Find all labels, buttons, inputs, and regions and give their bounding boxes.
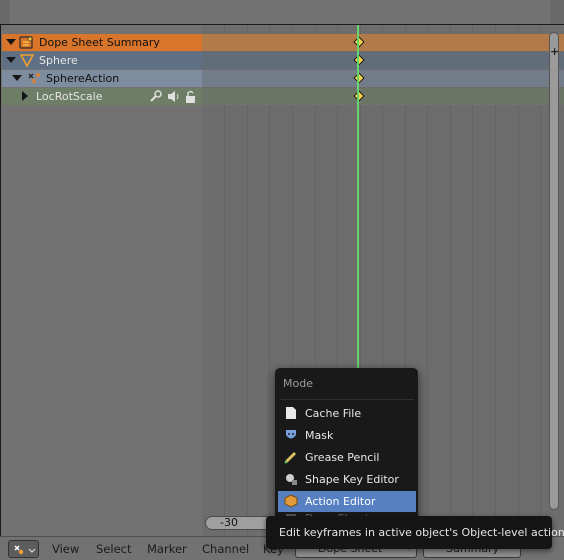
- menu-item-label: Shape Key Editor: [305, 473, 399, 486]
- menu-item-label: Mask: [305, 429, 334, 442]
- menu-channel[interactable]: Channel: [202, 541, 249, 557]
- shape-key-icon: [284, 472, 298, 486]
- channel-row-summary[interactable]: Dope Sheet Summary: [2, 34, 202, 51]
- frame-start-value: -30: [220, 516, 238, 529]
- channel-label: Sphere: [39, 54, 78, 67]
- menu-item-label: Grease Pencil: [305, 451, 380, 464]
- menu-item-label: Cache File: [305, 407, 362, 420]
- collapse-arrow-icon[interactable]: [6, 57, 16, 63]
- collapse-arrow-icon[interactable]: [12, 75, 22, 81]
- expand-arrow-icon[interactable]: [22, 91, 28, 101]
- menu-item-cache-file[interactable]: Cache File: [278, 403, 416, 424]
- channel-list: Dope Sheet Summary Sphere SphereAction L…: [2, 26, 202, 536]
- grease-pencil-icon: [284, 450, 298, 464]
- tooltip: Edit keyframes in active object's Object…: [266, 516, 564, 549]
- collapse-arrow-icon[interactable]: [6, 39, 16, 45]
- menu-item-shape-key-editor[interactable]: Shape Key Editor: [278, 469, 416, 490]
- timeline-row-summary: [202, 34, 564, 51]
- menu-divider: [279, 399, 414, 400]
- menu-view[interactable]: View: [52, 541, 79, 557]
- menu-marker[interactable]: Marker: [147, 541, 187, 557]
- channel-row-action[interactable]: SphereAction: [2, 70, 202, 87]
- channel-label: LocRotScale: [36, 90, 103, 103]
- mask-icon: [284, 428, 298, 442]
- menu-select[interactable]: Select: [96, 541, 131, 557]
- mode-menu-title: Mode: [283, 377, 313, 390]
- action-icon: [26, 71, 42, 86]
- channel-label: SphereAction: [46, 72, 120, 85]
- object-icon: [19, 53, 35, 68]
- cache-file-icon: [284, 406, 298, 420]
- frame-start-field[interactable]: -30: [205, 516, 273, 530]
- speaker-icon[interactable]: [166, 89, 182, 104]
- menu-item-mask[interactable]: Mask: [278, 425, 416, 446]
- timeline-row-action: [202, 70, 564, 87]
- channel-label: Dope Sheet Summary: [39, 36, 160, 49]
- channel-row-object[interactable]: Sphere: [2, 52, 202, 69]
- wrench-icon[interactable]: [148, 89, 164, 104]
- timeline-row-group: [202, 88, 564, 105]
- menu-item-label: Action Editor: [305, 495, 376, 508]
- lock-icon[interactable]: [184, 89, 200, 104]
- top-corner-left: [0, 0, 10, 24]
- vertical-scrollbar[interactable]: [549, 32, 559, 510]
- editor-type-button[interactable]: [8, 540, 39, 558]
- mode-menu: Mode Cache File Mask Grease Pencil Shape…: [275, 368, 418, 526]
- top-bar: [0, 0, 564, 24]
- menu-item-action-editor[interactable]: Action Editor: [278, 491, 416, 512]
- action-icon: [284, 494, 298, 508]
- top-corner-right: [550, 0, 564, 24]
- timeline-row-object: [202, 52, 564, 69]
- dope-sheet-summary-icon: [19, 35, 35, 50]
- menu-item-grease-pencil[interactable]: Grease Pencil: [278, 447, 416, 468]
- channel-row-group[interactable]: LocRotScale: [2, 88, 202, 105]
- zoom-plus-icon[interactable]: +: [550, 46, 559, 57]
- dope-sheet-icon: [14, 545, 36, 555]
